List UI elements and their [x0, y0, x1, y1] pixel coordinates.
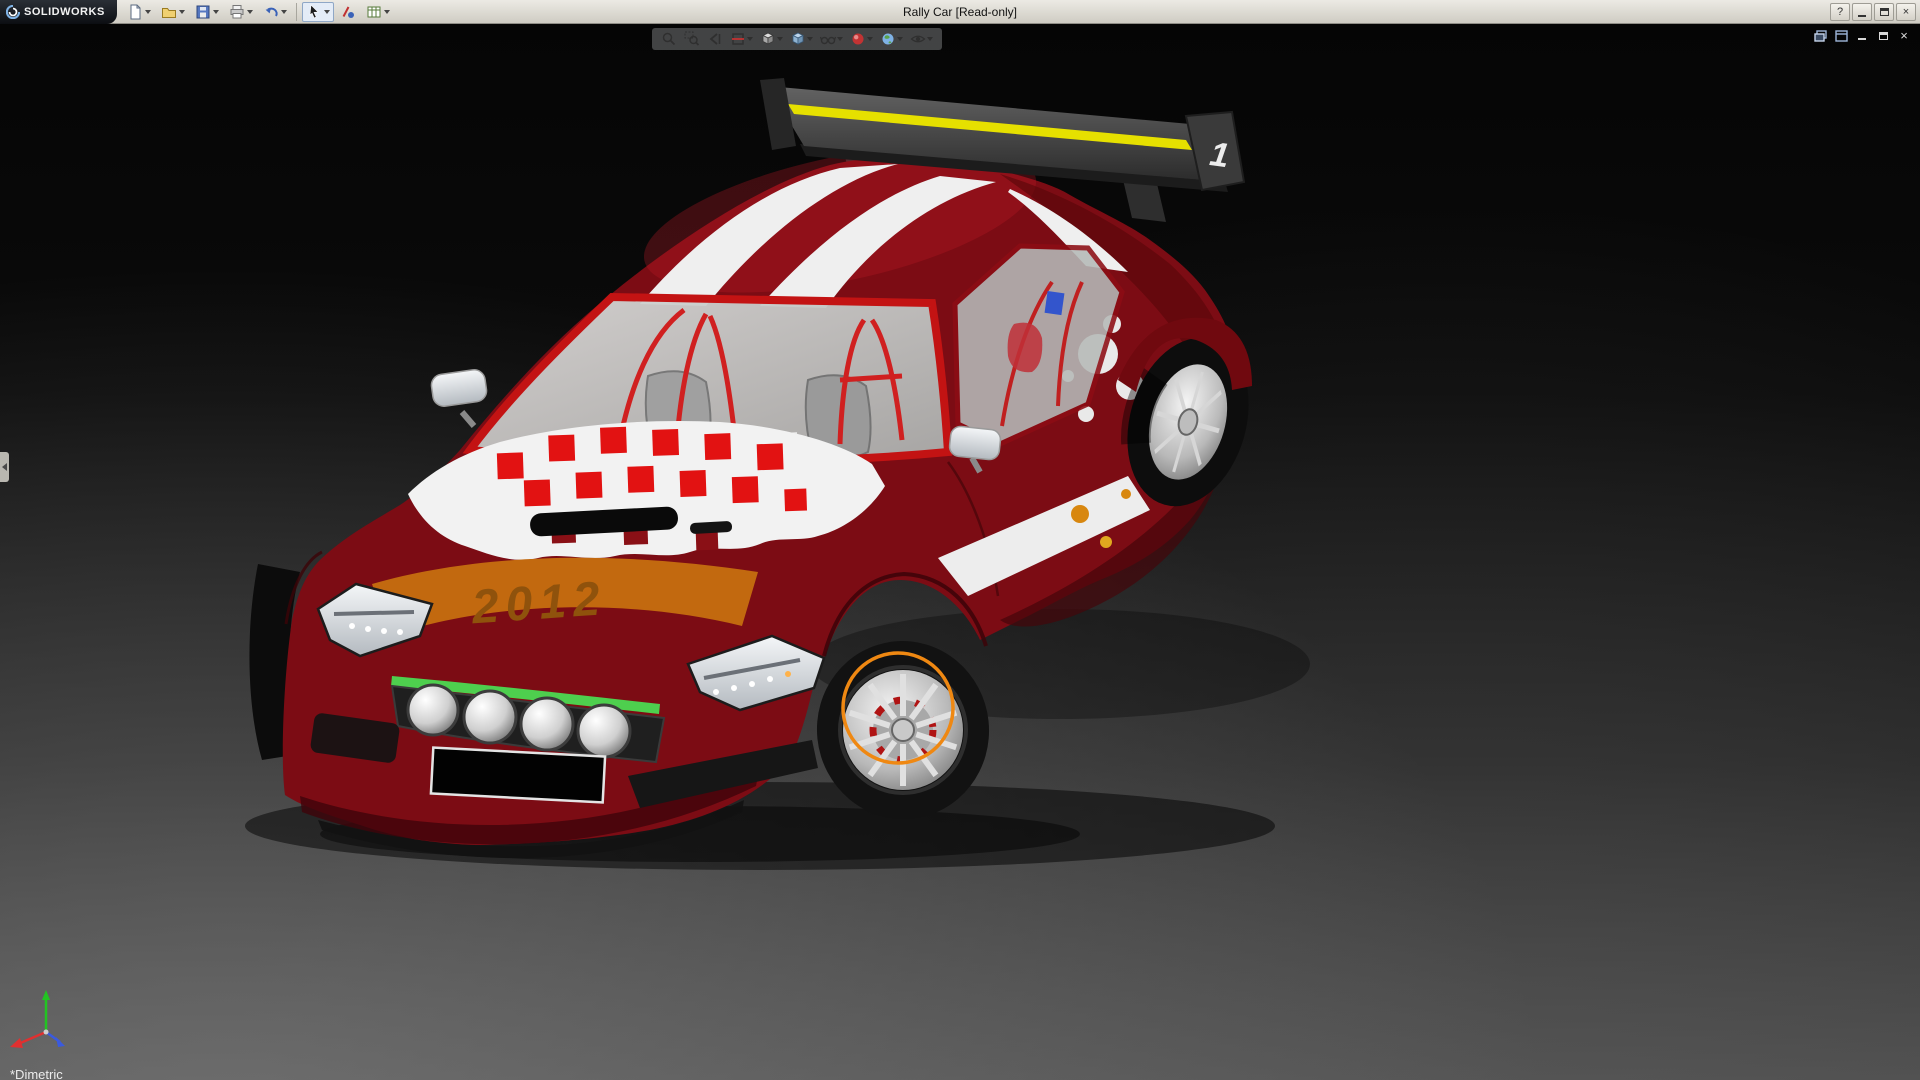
select-button[interactable] [302, 2, 334, 22]
print-button[interactable] [225, 2, 257, 22]
featuremanager-flyout-tab[interactable] [0, 452, 9, 482]
design-table-icon [366, 4, 382, 20]
select-cursor-icon [306, 4, 322, 20]
mirror-left [430, 368, 488, 426]
mdi-window-button-1[interactable] [1812, 28, 1828, 43]
previous-view-icon [707, 31, 723, 47]
help-icon: ? [1837, 6, 1843, 18]
previous-view-button[interactable] [705, 30, 725, 48]
section-view-icon [730, 31, 746, 47]
heads-up-view-toolbar [652, 28, 942, 50]
open-folder-icon [161, 4, 177, 20]
instant3d-button[interactable] [336, 2, 360, 22]
titlebar: SOLIDWORKS [0, 0, 1920, 24]
new-document-icon [127, 4, 143, 20]
undo-arrow-icon [263, 4, 279, 20]
edit-appearance-button[interactable] [848, 30, 875, 48]
save-floppy-icon [195, 4, 211, 20]
view-orientation-icon [760, 31, 776, 47]
display-style-button[interactable] [788, 30, 815, 48]
view-settings-button[interactable] [908, 30, 935, 48]
hide-show-items-button[interactable] [818, 30, 845, 48]
hide-show-items-icon [820, 31, 836, 47]
y-axis-icon [42, 990, 50, 1000]
new-button[interactable] [123, 2, 155, 22]
z-axis-icon [56, 1037, 65, 1047]
section-view-button[interactable] [728, 30, 755, 48]
mdi-close-icon: × [1900, 28, 1908, 43]
open-button[interactable] [157, 2, 189, 22]
zoom-to-fit-button[interactable] [659, 30, 679, 48]
help-button[interactable]: ? [1830, 3, 1850, 21]
zoom-area-button[interactable] [682, 30, 702, 48]
save-button[interactable] [191, 2, 223, 22]
minimize-button[interactable] [1852, 3, 1872, 21]
solidworks-window: SOLIDWORKS [0, 0, 1920, 1080]
3ds-swirl-icon [6, 5, 20, 19]
view-orientation-button[interactable] [758, 30, 785, 48]
zoom-to-fit-icon [661, 31, 677, 47]
graphics-viewport[interactable]: 2012 [0, 24, 1920, 1080]
instant3d-icon [340, 4, 356, 20]
mdi-close-button[interactable]: × [1896, 28, 1912, 43]
edit-appearance-icon [850, 31, 866, 47]
mdi-restore-button[interactable] [1875, 28, 1891, 43]
toolbar-separator [296, 3, 297, 21]
standard-toolbar [117, 2, 400, 22]
tile-window-icon [1835, 30, 1848, 42]
print-icon [229, 4, 245, 20]
year-decal: 2012 [469, 572, 608, 634]
mdi-minimize-icon [1858, 38, 1866, 40]
logo-text: SOLIDWORKS [24, 6, 105, 18]
display-style-icon [790, 31, 806, 47]
window-controls: ? × [1830, 0, 1916, 24]
minimize-icon [1858, 15, 1866, 17]
cascade-window-icon [1814, 30, 1827, 42]
undo-button[interactable] [259, 2, 291, 22]
options-button[interactable] [362, 2, 394, 22]
apply-scene-icon [880, 31, 896, 47]
reference-triad [6, 984, 86, 1062]
mdi-restore-icon [1879, 32, 1888, 40]
view-settings-icon [910, 31, 926, 47]
close-icon: × [1903, 6, 1909, 18]
close-button[interactable]: × [1896, 3, 1916, 21]
maximize-button[interactable] [1874, 3, 1894, 21]
mdi-minimize-button[interactable] [1854, 28, 1870, 43]
front-plate [431, 748, 605, 803]
view-orientation-label: *Dimetric [10, 1067, 63, 1080]
mdi-window-controls: × [1812, 28, 1912, 43]
mdi-window-button-2[interactable] [1833, 28, 1849, 43]
solidworks-logo: SOLIDWORKS [0, 0, 117, 24]
maximize-icon [1880, 8, 1889, 16]
apply-scene-button[interactable] [878, 30, 905, 48]
collapse-arrow-icon [2, 463, 7, 471]
x-axis-icon [10, 1038, 23, 1048]
zoom-area-icon [684, 31, 700, 47]
rally-car-model[interactable]: 2012 [0, 24, 1920, 1080]
document-title: Rally Car [Read-only] [903, 5, 1017, 19]
